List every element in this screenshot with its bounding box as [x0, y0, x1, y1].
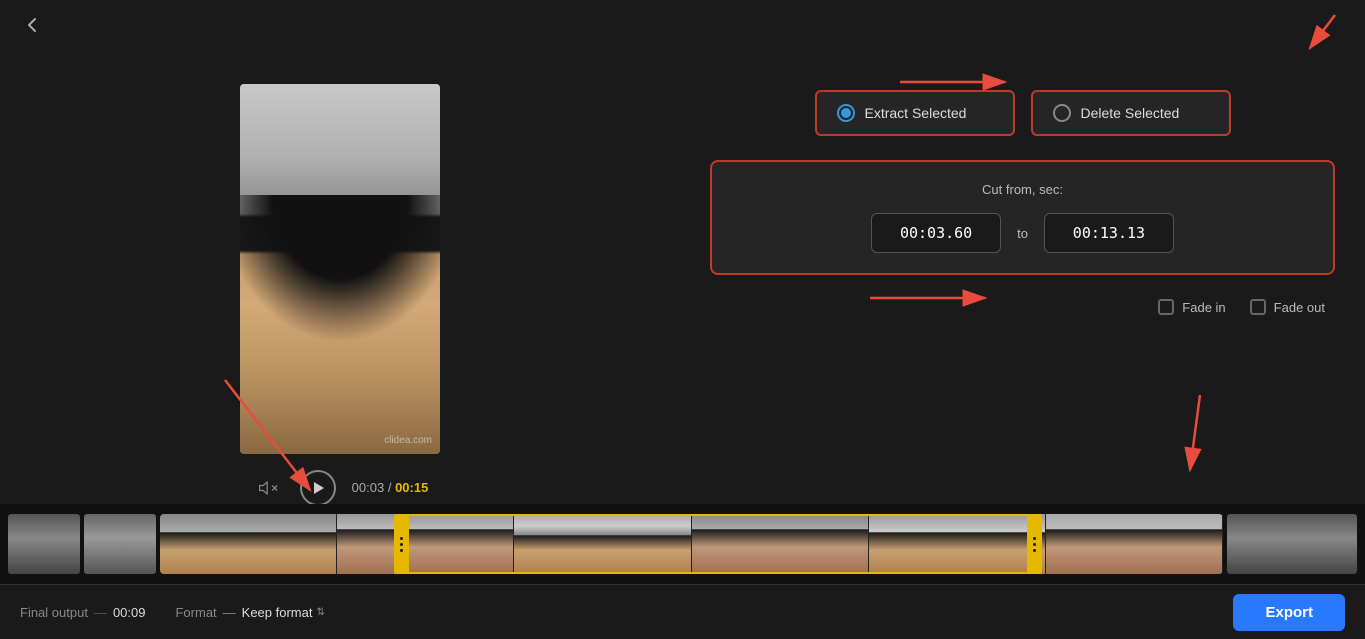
track-thumb-4 [692, 514, 869, 574]
format-value: Keep format [242, 605, 313, 620]
to-label: to [1017, 226, 1028, 241]
watermark: clidea.com [384, 435, 432, 446]
format-dash: — [223, 605, 236, 620]
track-bg [160, 514, 1223, 574]
format-arrow-icon: ⇅ [316, 607, 324, 618]
track-thumb-5 [869, 514, 1046, 574]
cut-inputs: to [736, 213, 1309, 253]
cut-section: Cut from, sec: to [710, 160, 1335, 275]
fade-out-option[interactable]: Fade out [1250, 299, 1325, 315]
controls-bar: 00:03 / 00:15 [252, 470, 429, 506]
total-time: 00:15 [395, 480, 428, 495]
track-thumb-3 [514, 514, 691, 574]
post-thumb-1 [1227, 514, 1357, 574]
cut-to-input[interactable] [1044, 213, 1174, 253]
back-button[interactable] [16, 9, 48, 41]
mute-icon[interactable] [252, 472, 284, 504]
right-pane: Extract Selected Delete Selected Cut fro… [680, 50, 1365, 539]
current-time: 00:03 [352, 480, 385, 495]
pre-thumb-1 [8, 514, 80, 574]
export-button[interactable]: Export [1233, 594, 1345, 631]
preview-pane: clidea.com 00:03 / 00:15 [0, 50, 680, 539]
extract-radio[interactable] [837, 104, 855, 122]
post-thumbnails [1227, 514, 1357, 574]
track-thumb-6 [1046, 514, 1223, 574]
format-info: Format — Keep format ⇅ [175, 605, 324, 620]
delete-radio[interactable] [1053, 104, 1071, 122]
output-info: Final output — 00:09 [20, 605, 145, 620]
top-bar [0, 0, 1365, 50]
cut-title: Cut from, sec: [736, 182, 1309, 197]
format-select[interactable]: Keep format ⇅ [242, 605, 325, 620]
fade-in-option[interactable]: Fade in [1158, 299, 1225, 315]
fade-out-checkbox[interactable] [1250, 299, 1266, 315]
extract-label: Extract Selected [865, 105, 967, 121]
fade-in-label: Fade in [1182, 300, 1225, 315]
delete-label: Delete Selected [1081, 105, 1180, 121]
main-area: clidea.com 00:03 / 00:15 [0, 50, 1365, 539]
video-frame: clidea.com [240, 84, 440, 454]
timeline-area [0, 504, 1365, 584]
track-thumb-2 [337, 514, 514, 574]
cut-from-input[interactable] [871, 213, 1001, 253]
fade-in-checkbox[interactable] [1158, 299, 1174, 315]
pre-thumbnails [8, 514, 156, 574]
fade-out-label: Fade out [1274, 300, 1325, 315]
radio-inner [841, 108, 851, 118]
bottom-bar: Final output — 00:09 Format — Keep forma… [0, 584, 1365, 639]
play-button[interactable] [300, 470, 336, 506]
pre-thumb-2 [84, 514, 156, 574]
track-thumb-1 [160, 514, 337, 574]
delete-selected-option[interactable]: Delete Selected [1031, 90, 1231, 136]
video-placeholder [240, 84, 440, 454]
extract-selected-option[interactable]: Extract Selected [815, 90, 1015, 136]
timeline-track[interactable] [160, 514, 1223, 574]
output-duration: 00:09 [113, 605, 146, 620]
final-output-label: Final output [20, 605, 88, 620]
format-label: Format [175, 605, 216, 620]
action-row: Extract Selected Delete Selected [710, 90, 1335, 136]
time-separator: / [388, 480, 395, 495]
output-dash: — [94, 605, 107, 620]
fade-row: Fade in Fade out [710, 299, 1335, 315]
time-display: 00:03 / 00:15 [352, 480, 429, 495]
